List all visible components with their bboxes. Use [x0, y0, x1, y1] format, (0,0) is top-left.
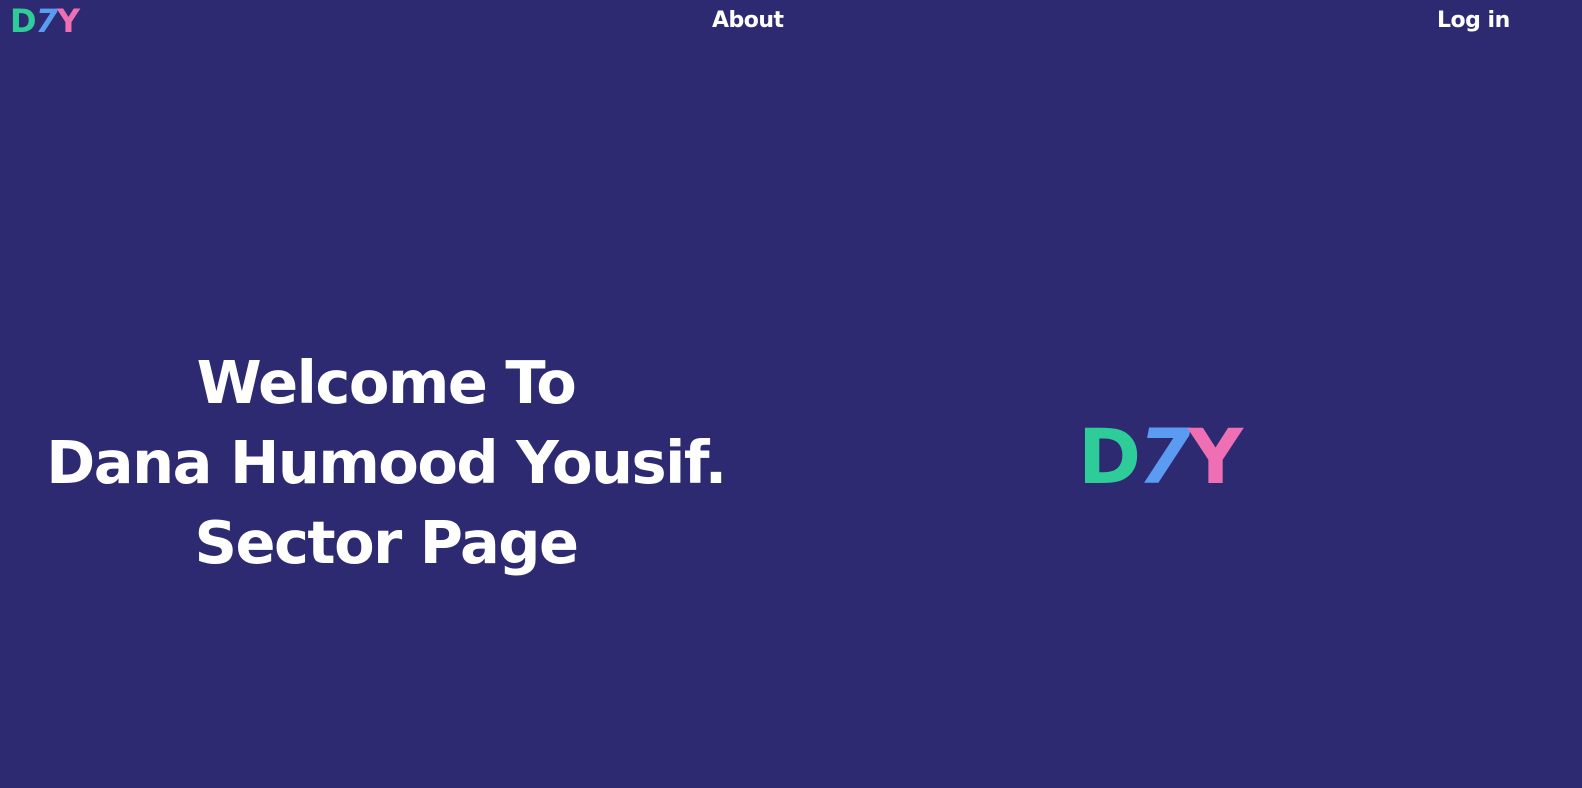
logo-letter-7: 7 [35, 2, 58, 40]
hero-heading: Welcome To Dana Humood Yousif. Sector Pa… [0, 343, 772, 583]
hero-logo-letter-d: D [1078, 412, 1141, 501]
nav-about-link[interactable]: About [712, 6, 784, 36]
logo-letter-d: D [10, 2, 37, 40]
logo-letter-y: Y [56, 2, 80, 40]
page: D7Y About Log in Welcome To Dana Humood … [0, 0, 1582, 788]
hero-line-sector: Sector Page [194, 508, 579, 577]
hero-logo-letter-7: 7 [1138, 412, 1191, 501]
logo-link[interactable]: D7Y [10, 1, 80, 41]
hero-line-name: Dana Humood Yousif. [46, 428, 727, 497]
hero-logo-letter-y: Y [1187, 412, 1243, 501]
nav-login-link[interactable]: Log in [1437, 6, 1510, 36]
hero-logo: D7Y [1078, 412, 1243, 501]
top-navbar: D7Y About Log in [0, 0, 1582, 44]
hero-line-welcome: Welcome To [196, 348, 577, 417]
